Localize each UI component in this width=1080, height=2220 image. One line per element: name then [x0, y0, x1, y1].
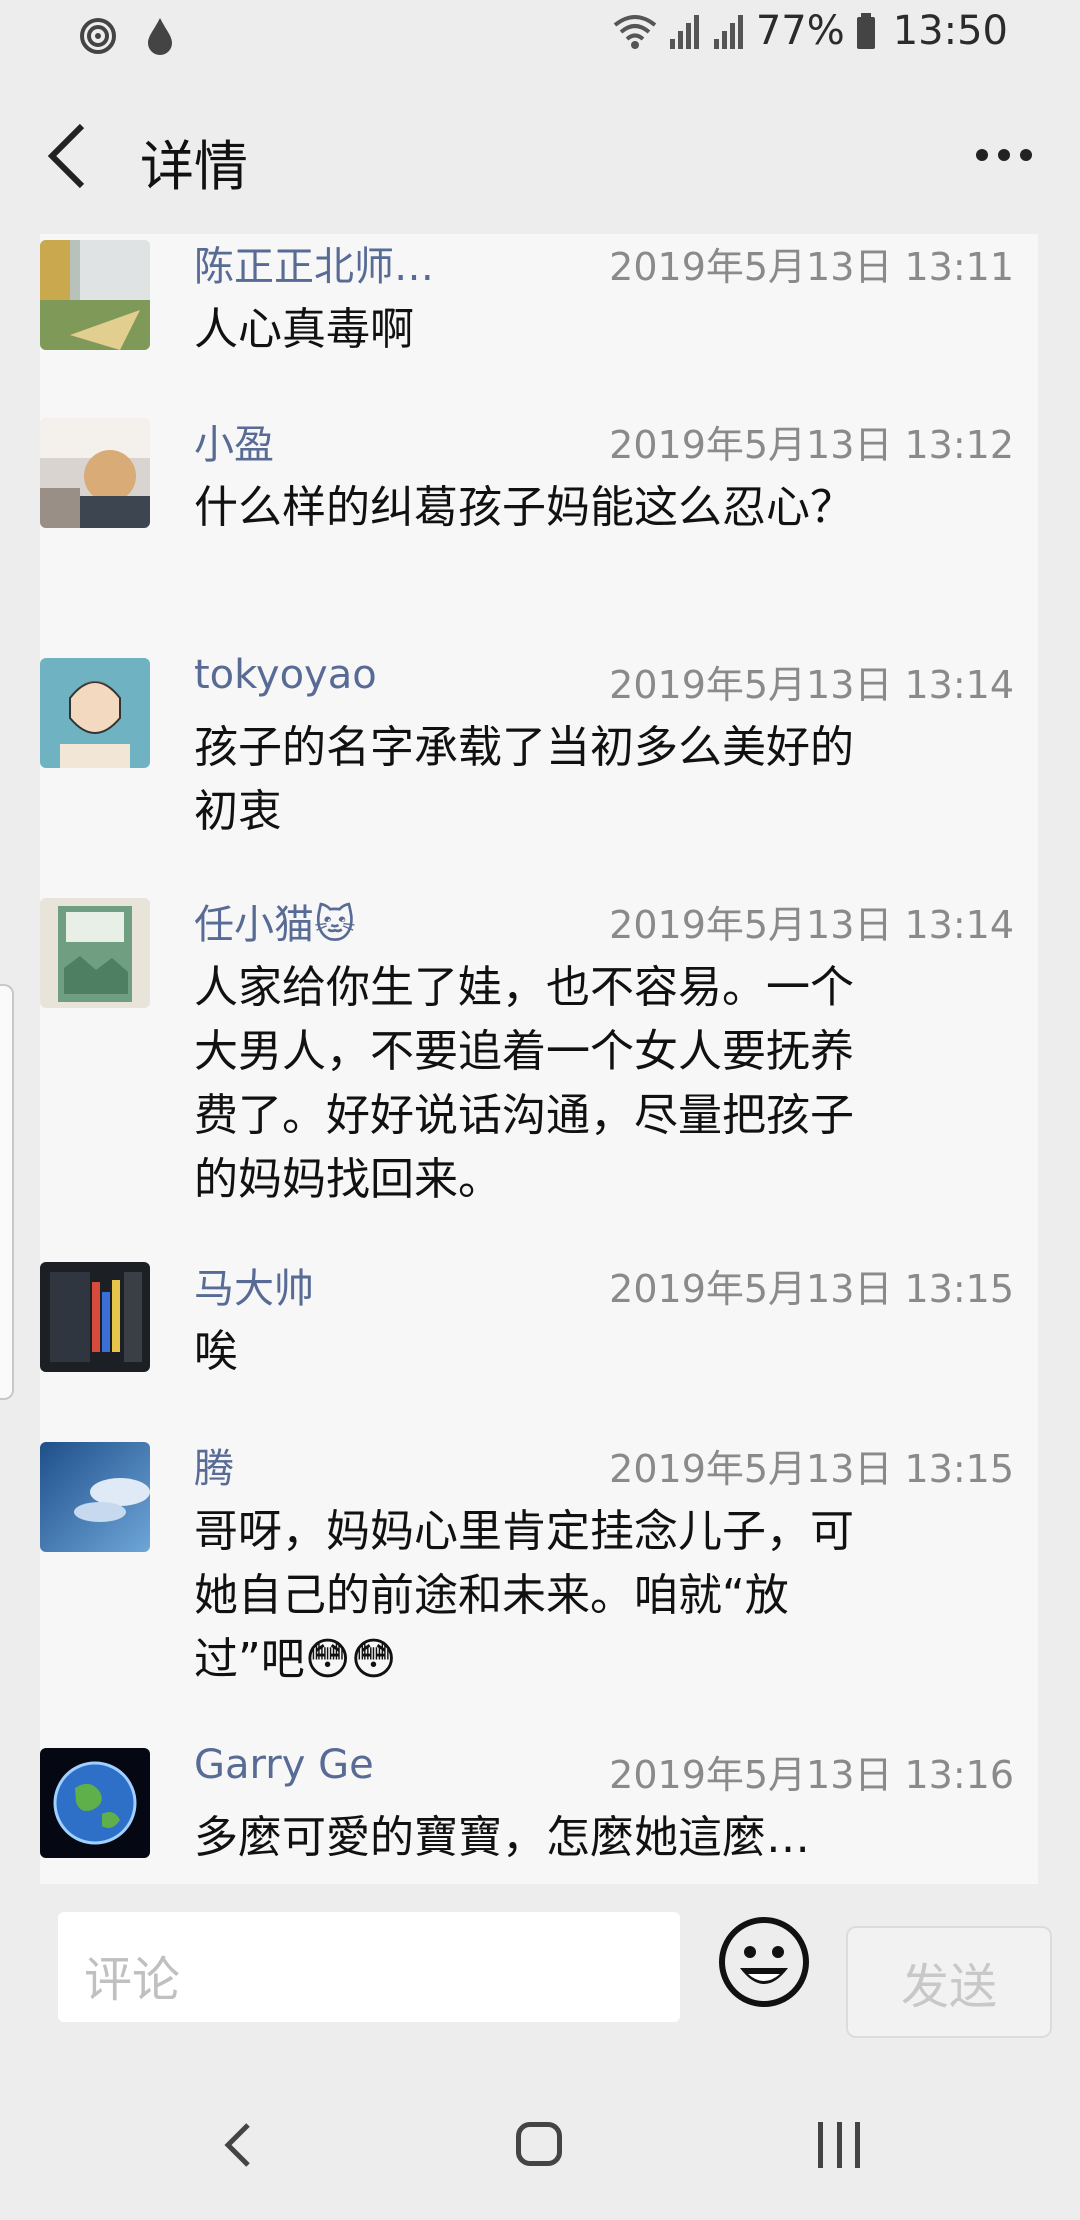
page-title: 详情 — [140, 135, 248, 198]
clock: 13:50 — [892, 8, 1008, 54]
avatar[interactable] — [40, 898, 150, 1008]
comment-time: 2019年5月13日 13:12 — [609, 423, 1014, 467]
nav-bar: 详情 — [0, 78, 1080, 234]
comment-input[interactable]: 评论 — [58, 1912, 680, 2022]
avatar[interactable] — [40, 658, 150, 768]
signal-icon — [713, 15, 743, 49]
comment-text: 人家给你生了娃，也不容易。一个大男人，不要追着一个女人要抚养费了。好好说话沟通，… — [194, 962, 854, 1205]
comment-author[interactable]: 小盈 — [194, 412, 274, 470]
system-nav-bar — [0, 2050, 1080, 2220]
wifi-icon — [613, 15, 657, 49]
comment-item: tokyoyao 2019年5月13日 13:14 孩子的名字承载了当初多么美好… — [40, 652, 1054, 844]
home-button[interactable] — [516, 2122, 562, 2166]
comment-input-bar: 评论 发送 — [0, 1884, 1080, 2050]
comments-area[interactable]: 陈正正北师… 2019年5月13日 13:11 人心真毒啊 小盈 2019年5月… — [0, 234, 1080, 1884]
avatar[interactable] — [40, 240, 150, 350]
system-back-button[interactable] — [222, 2122, 252, 2172]
comment-text: 什么样的纠葛孩子妈能这么忍心？ — [194, 482, 854, 533]
comment-time: 2019年5月13日 13:14 — [609, 903, 1014, 947]
comment-text: 多麼可愛的寶寶，怎麼她這麼… — [194, 1812, 810, 1863]
comment-item: 马大帅 2019年5月13日 13:15 唉 — [40, 1256, 1054, 1384]
scroll-handle[interactable] — [0, 984, 14, 1400]
signal-icon — [669, 15, 699, 49]
send-button[interactable]: 发送 — [846, 1926, 1052, 2038]
more-dots-icon — [976, 149, 988, 161]
status-bar: 77% 13:50 — [0, 0, 1080, 78]
emoji-button[interactable] — [716, 1914, 812, 2010]
avatar[interactable] — [40, 1442, 150, 1552]
water-drop-icon — [148, 18, 172, 55]
smiley-icon — [719, 1917, 809, 2007]
battery-percent: 77% — [755, 8, 845, 54]
comment-item: 陈正正北师… 2019年5月13日 13:11 人心真毒啊 — [40, 234, 1054, 362]
back-button[interactable] — [42, 120, 98, 192]
comment-author[interactable]: 马大帅 — [194, 1256, 314, 1314]
comment-time: 2019年5月13日 13:15 — [609, 1447, 1014, 1491]
comment-placeholder: 评论 — [84, 1952, 181, 2008]
avatar[interactable] — [40, 1748, 150, 1858]
comment-time: 2019年5月13日 13:11 — [609, 245, 1014, 289]
alarm-swirl-icon — [80, 18, 116, 54]
comment-item: 腾 2019年5月13日 13:15 哥呀，妈妈心里肯定挂念儿子，可她自己的前途… — [40, 1436, 1054, 1692]
comment-text: 哥呀，妈妈心里肯定挂念儿子，可她自己的前途和未来。咱就“放过”吧😳😳 — [194, 1506, 854, 1685]
recent-apps-button[interactable] — [818, 2122, 860, 2168]
comment-text: 人心真毒啊 — [194, 304, 414, 355]
comment-author[interactable]: 任小猫🐱 — [194, 892, 356, 950]
comment-item: Garry Ge 2019年5月13日 13:16 多麼可愛的寶寶，怎麼她這麼… — [40, 1742, 1054, 1870]
battery-icon — [856, 13, 875, 49]
comment-author[interactable]: 陈正正北师… — [194, 234, 434, 292]
comment-author[interactable]: 腾 — [194, 1436, 234, 1494]
comment-item: 任小猫🐱 2019年5月13日 13:14 人家给你生了娃，也不容易。一个大男人… — [40, 892, 1054, 1212]
comments-panel: 陈正正北师… 2019年5月13日 13:11 人心真毒啊 小盈 2019年5月… — [40, 234, 1038, 1884]
chevron-left-icon — [224, 2123, 250, 2167]
comment-text: 孩子的名字承载了当初多么美好的初衷 — [194, 722, 854, 837]
comment-author[interactable]: tokyoyao — [194, 652, 377, 698]
avatar[interactable] — [40, 1262, 150, 1372]
more-button[interactable] — [964, 130, 1044, 180]
avatar[interactable] — [40, 418, 150, 528]
comment-time: 2019年5月13日 13:14 — [609, 663, 1014, 707]
comment-author[interactable]: Garry Ge — [194, 1742, 374, 1788]
comment-time: 2019年5月13日 13:16 — [609, 1753, 1014, 1797]
comment-item: 小盈 2019年5月13日 13:12 什么样的纠葛孩子妈能这么忍心？ — [40, 412, 1054, 540]
comment-time: 2019年5月13日 13:15 — [609, 1267, 1014, 1311]
chevron-left-icon — [47, 123, 85, 189]
comment-text: 唉 — [194, 1326, 238, 1377]
